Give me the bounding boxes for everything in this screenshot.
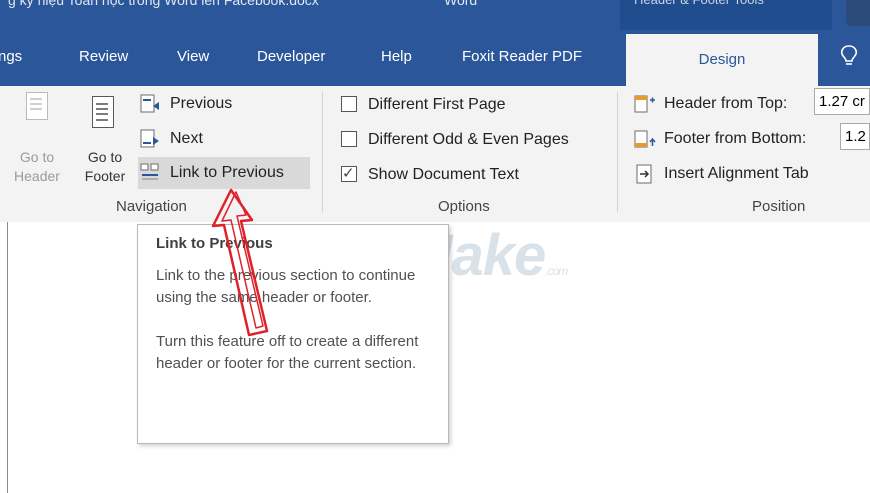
app-name: Word (444, 0, 478, 8)
tab-review[interactable]: Review (79, 48, 128, 65)
ribbon-design-panel: Go to Header Go to Footer Previous Next (0, 86, 870, 223)
footer-position-icon (634, 130, 656, 148)
tab-foxit-reader-pdf[interactable]: Foxit Reader PDF (462, 48, 582, 65)
different-odd-even-checkbox[interactable]: Different Odd & Even Pages (341, 128, 601, 152)
header-position-icon (634, 95, 655, 113)
tooltip-paragraph-2: Turn this feature off to create a differ… (156, 333, 419, 372)
tab-view[interactable]: View (177, 48, 209, 65)
show-document-text-label: Show Document Text (368, 166, 519, 183)
goto-footer-line2: Footer (84, 168, 126, 184)
show-document-text-checkbox[interactable]: ✓ Show Document Text (341, 163, 581, 187)
lightbulb-icon[interactable] (838, 44, 860, 70)
document-title: g ký hiệu Toán học trong Word lên Facebo… (8, 0, 319, 8)
different-first-page-checkbox[interactable]: Different First Page (341, 93, 581, 117)
tab-settings[interactable]: ngs (0, 48, 22, 65)
ribbon-tab-bar: ngs Review View Developer Help Foxit Rea… (0, 30, 870, 86)
group-separator (617, 92, 618, 212)
page-left-edge (7, 222, 8, 493)
navigation-group-label: Navigation (116, 198, 187, 215)
different-odd-even-label: Different Odd & Even Pages (368, 131, 569, 148)
position-group-label: Position (752, 198, 806, 215)
link-to-previous-button[interactable]: Link to Previous (138, 157, 310, 189)
different-first-page-label: Different First Page (368, 96, 506, 113)
tab-design[interactable]: Design (626, 34, 818, 86)
next-label: Next (170, 130, 203, 147)
goto-footer-line1: Go to (87, 149, 123, 165)
tab-developer[interactable]: Developer (257, 48, 325, 65)
header-from-top-input[interactable]: 1.27 cr (814, 88, 870, 115)
insert-alignment-tab-button[interactable]: Insert Alignment Tab (634, 158, 870, 190)
insert-alignment-tab-icon (636, 164, 652, 184)
previous-label: Previous (170, 95, 233, 112)
tooltip-paragraph-1: Link to the previous section to continue… (156, 267, 416, 306)
group-separator (322, 92, 323, 212)
tooltip-title: Link to Previous (156, 235, 273, 252)
checkbox-box: ✓ (341, 165, 357, 182)
checkbox-box (341, 96, 357, 112)
account-avatar[interactable] (846, 0, 870, 26)
tab-help[interactable]: Help (381, 48, 412, 65)
footer-page-icon (92, 96, 114, 128)
checkbox-box (341, 131, 357, 147)
insert-alignment-tab-label: Insert Alignment Tab (664, 165, 809, 182)
header-page-icon (26, 92, 48, 120)
tooltip-body: Link to the previous section to continue… (156, 265, 446, 397)
link-to-previous-icon (140, 163, 159, 180)
previous-button[interactable]: Previous (140, 88, 290, 120)
next-button[interactable]: Next (140, 123, 290, 155)
checkmark-icon: ✓ (342, 165, 355, 182)
footer-from-bottom-label: Footer from Bottom: (664, 130, 807, 147)
goto-header-line2: Header (14, 168, 60, 184)
options-group-label: Options (438, 198, 490, 215)
footer-from-bottom-input[interactable]: 1.2 (840, 123, 870, 150)
link-to-previous-tooltip: Link to Previous Link to the previous se… (137, 224, 449, 444)
context-tab-label: Header & Footer Tools (620, 0, 832, 30)
next-section-icon (140, 129, 159, 148)
title-bar: g ký hiệu Toán học trong Word lên Facebo… (0, 0, 870, 30)
footer-from-bottom-row: Footer from Bottom: (634, 123, 870, 155)
goto-header-line1: Go to (19, 149, 55, 165)
previous-section-icon (140, 94, 159, 113)
link-to-previous-label: Link to Previous (170, 164, 284, 181)
watermark-suffix: .com (545, 264, 568, 278)
header-from-top-label: Header from Top: (664, 95, 788, 112)
